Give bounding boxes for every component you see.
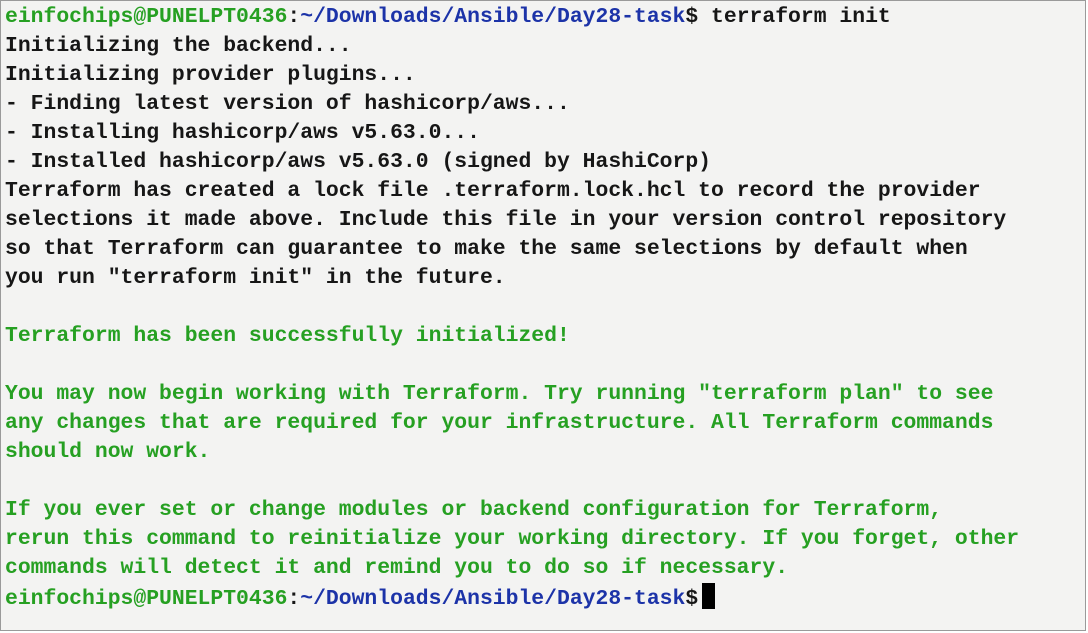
entered-command: terraform init [698,5,891,29]
output-line-lock-1: Terraform has created a lock file .terra… [5,179,981,203]
text-cursor [702,583,716,609]
prompt-symbol: $ [685,5,699,29]
prompt-path: ~/Downloads/Ansible/Day28-task [300,5,686,29]
prompt-separator: : [287,5,301,29]
current-prompt-line[interactable]: einfochips@PUNELPT0436:~/Downloads/Ansib… [5,583,1085,612]
prompt-symbol: $ [685,587,699,611]
prompt-user-host: einfochips@PUNELPT0436 [5,5,288,29]
output-line-lock-2: selections it made above. Include this f… [5,208,1007,232]
prompt-separator: : [287,587,301,611]
output-line-installed: - Installed hashicorp/aws v5.63.0 (signe… [5,150,712,174]
output-line-next-2: any changes that are required for your i… [5,411,994,435]
output-line-init-plugins: Initializing provider plugins... [5,63,416,87]
output-line-lock-4: you run "terraform init" in the future. [5,266,506,290]
output-line-next-3: should now work. [5,440,211,464]
terminal-window[interactable]: einfochips@PUNELPT0436:~/Downloads/Ansib… [0,0,1086,631]
output-line-next-1: You may now begin working with Terraform… [5,382,994,406]
output-line-finding: - Finding latest version of hashicorp/aw… [5,92,570,116]
prompt-path: ~/Downloads/Ansible/Day28-task [300,587,686,611]
output-line-init-backend: Initializing the backend... [5,34,352,58]
output-line-rerun-3: commands will detect it and remind you t… [5,556,789,580]
command-line: einfochips@PUNELPT0436:~/Downloads/Ansib… [5,3,1085,32]
output-line-rerun-1: If you ever set or change modules or bac… [5,498,943,522]
output-line-success: Terraform has been successfully initiali… [5,324,570,348]
output-line-rerun-2: rerun this command to reinitialize your … [5,527,1020,551]
output-line-installing: - Installing hashicorp/aws v5.63.0... [5,121,480,145]
prompt-user-host: einfochips@PUNELPT0436 [5,587,288,611]
output-line-lock-3: so that Terraform can guarantee to make … [5,237,968,261]
